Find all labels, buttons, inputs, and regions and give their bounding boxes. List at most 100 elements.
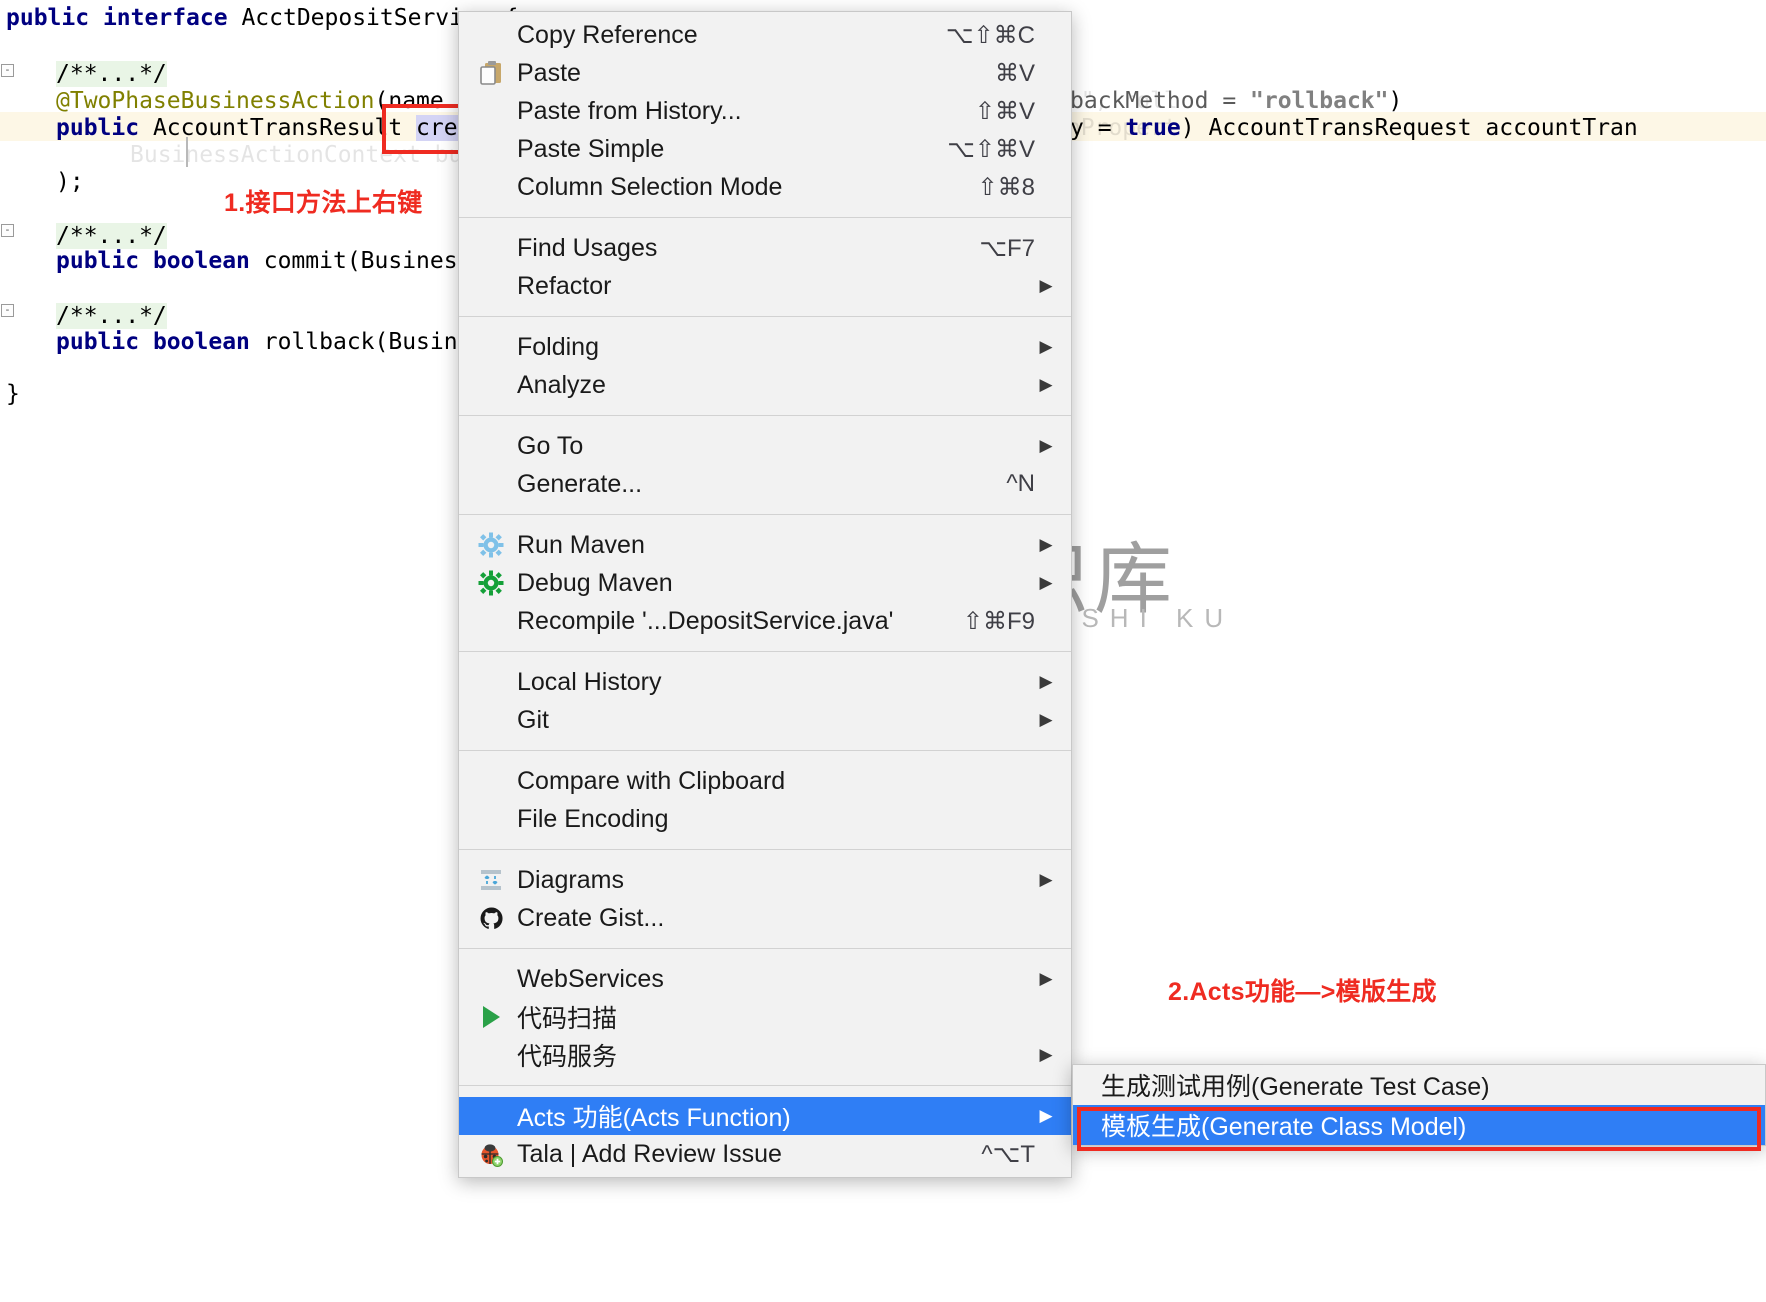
chevron-right-icon: ▶ <box>1039 436 1053 455</box>
menu-item-label: WebServices <box>517 964 664 993</box>
menu-item-debug-maven[interactable]: Debug Maven ▶ <box>459 564 1071 602</box>
menu-item-label: Refactor <box>517 271 612 300</box>
menu-item-label: Compare with Clipboard <box>517 766 786 795</box>
menu-item-label: Create Gist... <box>517 903 665 932</box>
menu-item-shortcut: ⇧⌘V <box>974 97 1035 125</box>
chevron-right-icon: ▶ <box>1039 337 1053 356</box>
menu-item-create-gist[interactable]: Create Gist... <box>459 899 1071 937</box>
menu-item-shortcut: ^N <box>1006 470 1035 497</box>
menu-item-label: Diagrams <box>517 865 624 894</box>
menu-item-label: Find Usages <box>517 233 658 262</box>
menu-group: Find Usages ⌥F7 Refactor ▶ <box>459 225 1071 309</box>
no-icon <box>473 134 509 164</box>
menu-item-folding[interactable]: Folding ▶ <box>459 328 1071 366</box>
menu-item-git[interactable]: Git ▶ <box>459 701 1071 739</box>
menu-item-analyze[interactable]: Analyze ▶ <box>459 366 1071 404</box>
menu-item-shortcut: ^⌥T <box>981 1140 1035 1168</box>
screen: - - - public interface AcctDepositServic… <box>0 0 1766 1302</box>
chevron-right-icon: ▶ <box>1039 1106 1053 1125</box>
menu-group: Go To ▶ Generate... ^N <box>459 423 1071 507</box>
menu-item-label: Acts 功能(Acts Function) <box>517 1104 791 1132</box>
menu-group: Acts 功能(Acts Function) ▶ Tala | Add Revi… <box>459 1093 1071 1177</box>
menu-item-shortcut: ⌥⇧⌘V <box>947 135 1035 163</box>
menu-group: Compare with Clipboard File Encoding <box>459 758 1071 842</box>
menu-item-label: Generate... <box>517 469 643 498</box>
annotation-step-1: 1.接口方法上右键 <box>224 189 423 217</box>
menu-item-go-to[interactable]: Go To ▶ <box>459 427 1071 465</box>
menu-group: WebServices ▶ 代码扫描 代码服务 ▶ <box>459 956 1071 1078</box>
menu-separator <box>459 750 1071 751</box>
menu-item-paste-simple[interactable]: Paste Simple ⌥⇧⌘V <box>459 130 1071 168</box>
menu-separator <box>459 316 1071 317</box>
menu-item-shortcut: ⇧⌘F9 <box>962 607 1035 635</box>
menu-item-label: Paste <box>517 58 581 87</box>
code-line-6: ); <box>56 169 84 195</box>
menu-item-local-history[interactable]: Local History ▶ <box>459 663 1071 701</box>
code-line-4-tail: y = true) AccountTransRequest accountTra… <box>1070 115 1638 141</box>
chevron-right-icon: ▶ <box>1039 710 1053 729</box>
menu-item-paste-from-history[interactable]: Paste from History... ⇧⌘V <box>459 92 1071 130</box>
ladybug-icon <box>473 1139 509 1169</box>
menu-group: Run Maven ▶ Debug Maven ▶ Recompile '...… <box>459 522 1071 644</box>
chevron-right-icon: ▶ <box>1039 276 1053 295</box>
menu-item-label: Recompile '...DepositService.java' <box>517 606 894 635</box>
chevron-right-icon: ▶ <box>1039 1045 1053 1064</box>
no-icon <box>473 431 509 461</box>
chevron-right-icon: ▶ <box>1039 969 1053 988</box>
menu-item-label: File Encoding <box>517 804 669 833</box>
menu-item-copy-reference[interactable]: Copy Reference ⌥⇧⌘C <box>459 16 1071 54</box>
menu-item-find-usages[interactable]: Find Usages ⌥F7 <box>459 229 1071 267</box>
no-icon <box>473 370 509 400</box>
context-menu[interactable]: Copy Reference ⌥⇧⌘C Paste ⌘V Paste from … <box>458 11 1072 1178</box>
menu-separator <box>459 849 1071 850</box>
no-icon <box>473 804 509 834</box>
menu-item-label: Paste Simple <box>517 134 665 163</box>
javadoc-fold[interactable]: /**...*/ <box>56 61 167 87</box>
submenu-item-label: 生成测试用例(Generate Test Case) <box>1101 1073 1490 1101</box>
no-icon <box>473 96 509 126</box>
menu-group: Local History ▶ Git ▶ <box>459 659 1071 743</box>
menu-item-shortcut: ⌥⇧⌘C <box>945 21 1035 49</box>
javadoc-fold[interactable]: /**...*/ <box>56 223 167 249</box>
no-icon <box>473 233 509 263</box>
menu-group: Folding ▶ Analyze ▶ <box>459 324 1071 408</box>
menu-item-paste[interactable]: Paste ⌘V <box>459 54 1071 92</box>
menu-item-compare-with-clipboard[interactable]: Compare with Clipboard <box>459 762 1071 800</box>
menu-item-refactor[interactable]: Refactor ▶ <box>459 267 1071 305</box>
fold-marker[interactable]: - <box>1 64 14 77</box>
chevron-right-icon: ▶ <box>1039 672 1053 691</box>
menu-item-webservices[interactable]: WebServices ▶ <box>459 960 1071 998</box>
menu-item-acts-function[interactable]: Acts 功能(Acts Function) ▶ <box>459 1097 1071 1135</box>
menu-item-diagrams[interactable]: Diagrams ▶ <box>459 861 1071 899</box>
no-icon <box>473 766 509 796</box>
fold-marker[interactable]: - <box>1 304 14 317</box>
no-icon <box>473 964 509 994</box>
menu-item-recompile[interactable]: Recompile '...DepositService.java' ⇧⌘F9 <box>459 602 1071 640</box>
no-icon <box>473 20 509 50</box>
menu-item-column-selection-mode[interactable]: Column Selection Mode ⇧⌘8 <box>459 168 1071 206</box>
menu-item-label: Run Maven <box>517 530 645 559</box>
menu-separator <box>459 651 1071 652</box>
code-line-2: /**...*/ <box>56 60 167 90</box>
gear-blue-icon <box>473 530 509 560</box>
menu-item-code-scan[interactable]: 代码扫描 <box>459 998 1071 1036</box>
no-icon <box>473 667 509 697</box>
menu-item-label: Debug Maven <box>517 568 673 597</box>
menu-item-label: 代码扫描 <box>517 1005 618 1033</box>
menu-item-code-service[interactable]: 代码服务 ▶ <box>459 1036 1071 1074</box>
fold-marker[interactable]: - <box>1 224 14 237</box>
menu-item-tala-add-review-issue[interactable]: Tala | Add Review Issue ^⌥T <box>459 1135 1071 1173</box>
indent-guide <box>186 137 188 167</box>
menu-item-label: Analyze <box>517 370 606 399</box>
menu-item-label: Folding <box>517 332 599 361</box>
menu-group: Diagrams ▶ Create Gist... <box>459 857 1071 941</box>
submenu-item-generate-test-case[interactable]: 生成测试用例(Generate Test Case) <box>1073 1065 1765 1105</box>
menu-item-run-maven[interactable]: Run Maven ▶ <box>459 526 1071 564</box>
menu-item-file-encoding[interactable]: File Encoding <box>459 800 1071 838</box>
javadoc-fold[interactable]: /**...*/ <box>56 303 167 329</box>
no-icon <box>473 332 509 362</box>
editor-gutter[interactable]: - - - <box>0 0 28 1302</box>
chevron-right-icon: ▶ <box>1039 375 1053 394</box>
github-icon <box>473 903 509 933</box>
menu-item-generate[interactable]: Generate... ^N <box>459 465 1071 503</box>
